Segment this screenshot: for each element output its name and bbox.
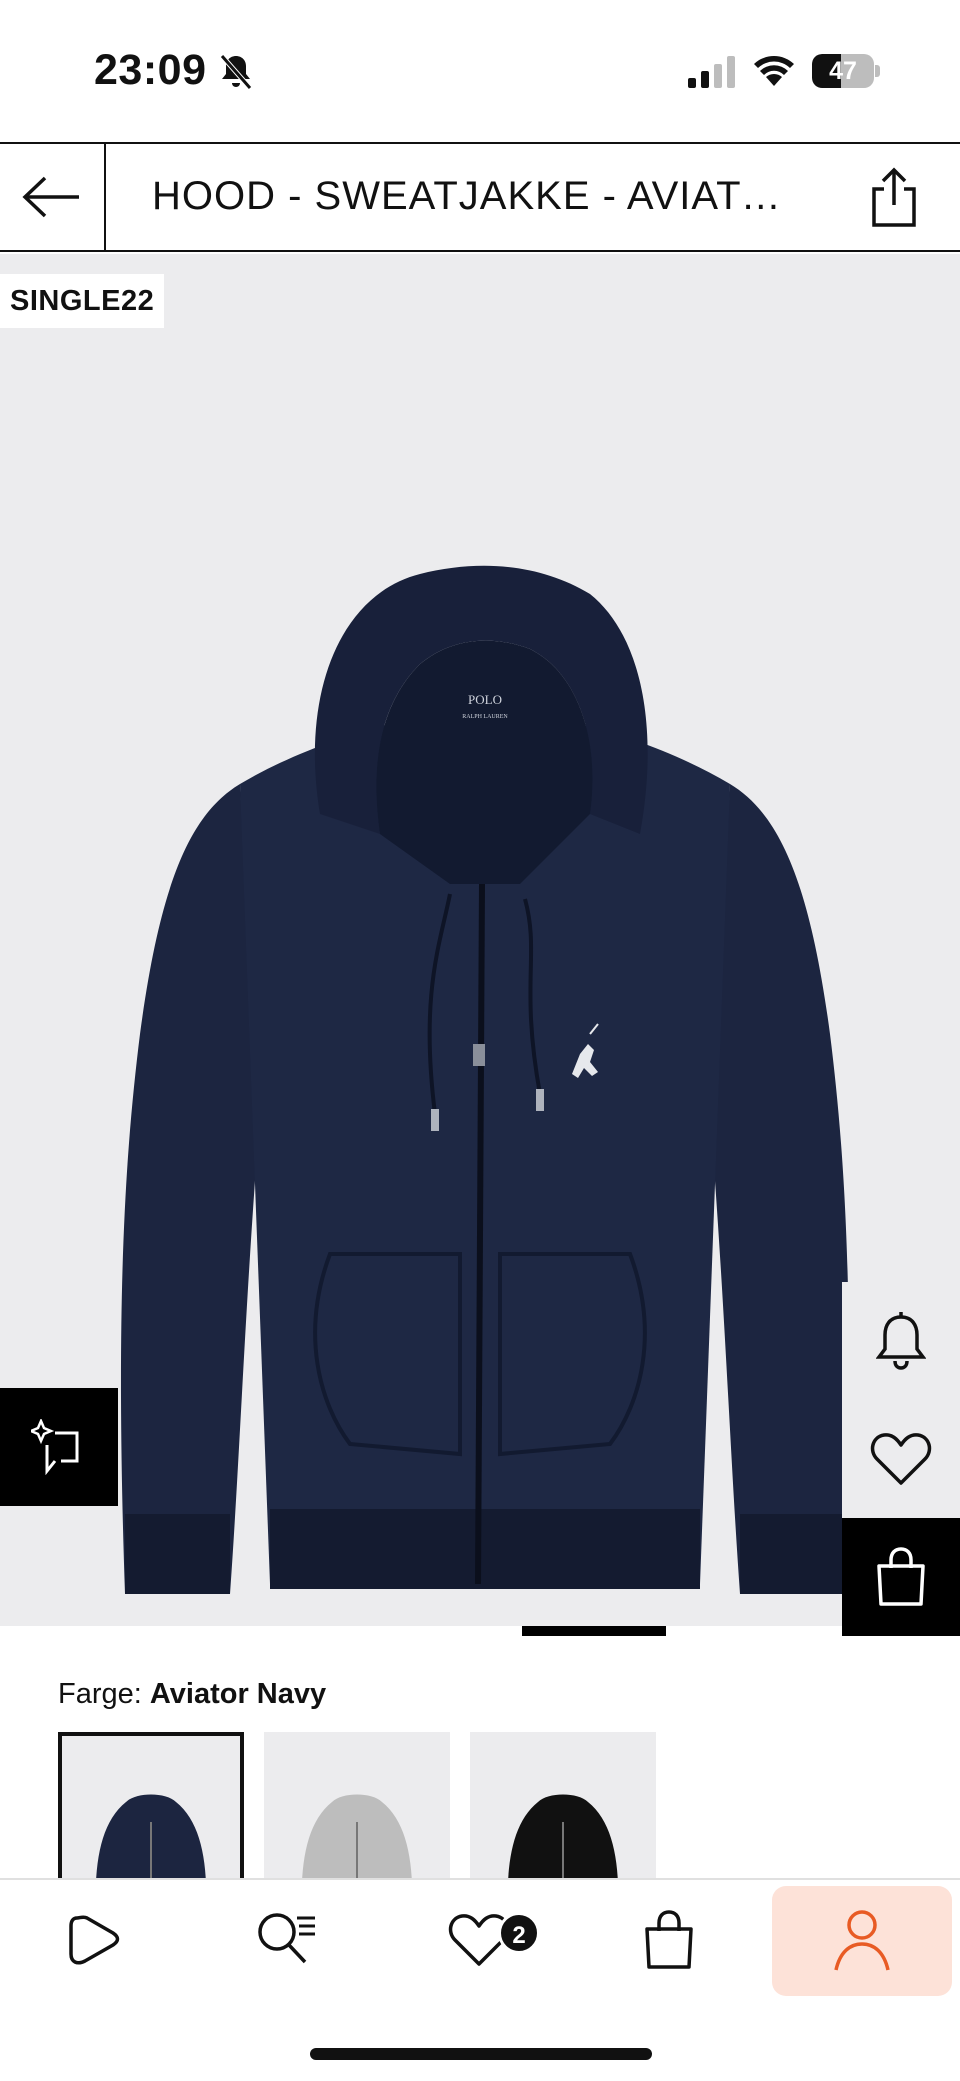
swatch-garment-thumbnail	[301, 1794, 413, 1892]
swatch-garment-thumbnail	[95, 1794, 207, 1892]
search-icon	[258, 1913, 315, 1964]
brand-sublabel: RALPH LAUREN	[462, 714, 508, 720]
bell-off-icon	[220, 54, 252, 90]
home-indicator[interactable]	[310, 2048, 652, 2060]
arrow-left-icon	[22, 176, 79, 218]
profile-icon	[834, 1910, 890, 1971]
shopping-bag-icon	[877, 1547, 925, 1606]
battery-percent: 47	[829, 57, 857, 85]
selected-color-name: Aviator Navy	[149, 1678, 327, 1710]
status-time: 23:09	[94, 46, 207, 94]
product-side-actions	[842, 1282, 960, 1636]
notify-button[interactable]	[842, 1282, 960, 1400]
hoodie-product-photo: POLO RALPH LAUREN	[120, 565, 850, 1594]
color-swatch[interactable]	[470, 1732, 656, 1892]
nav-cart[interactable]	[610, 1880, 728, 2000]
visual-search-button[interactable]	[0, 1388, 118, 1506]
bell-icon	[876, 1312, 926, 1370]
sparkle-crop-icon	[31, 1419, 79, 1475]
swatch-garment-thumbnail	[507, 1794, 619, 1892]
page-title: HOOD - SWEATJAKKE - AVIATOR...	[152, 174, 812, 218]
wishlist-count-badge: 2	[498, 1912, 540, 1954]
wifi-icon	[754, 56, 794, 86]
color-swatch[interactable]	[264, 1732, 450, 1892]
product-header: HOOD - SWEATJAKKE - AVIATOR...	[0, 142, 960, 252]
shopping-bag-icon	[645, 1910, 693, 1969]
color-swatches	[58, 1732, 656, 1892]
back-button[interactable]	[0, 144, 106, 250]
brand-label: POLO	[468, 692, 502, 707]
share-button[interactable]	[862, 166, 926, 230]
image-carousel-indicator	[522, 1626, 784, 1636]
promo-code-badge: SINGLE22	[0, 274, 165, 328]
add-to-bag-button[interactable]	[842, 1518, 960, 1636]
product-image[interactable]: POLO RALPH LAUREN	[0, 254, 960, 1626]
nav-home[interactable]	[36, 1880, 154, 2000]
status-bar: 23:09 47	[0, 0, 960, 142]
nav-search[interactable]	[228, 1880, 346, 2000]
color-swatch[interactable]	[58, 1732, 244, 1892]
battery-indicator: 47	[812, 54, 880, 88]
share-icon	[872, 167, 916, 227]
nav-profile[interactable]	[772, 1886, 952, 1996]
color-label-prefix: Farge:	[58, 1678, 142, 1710]
heart-icon	[870, 1433, 932, 1485]
color-label: Farge: Aviator Navy	[58, 1678, 326, 1711]
carousel-active-segment	[522, 1626, 667, 1636]
play-home-icon	[69, 1915, 120, 1965]
add-to-wishlist-button[interactable]	[842, 1400, 960, 1518]
cellular-signal-icon	[688, 56, 735, 88]
